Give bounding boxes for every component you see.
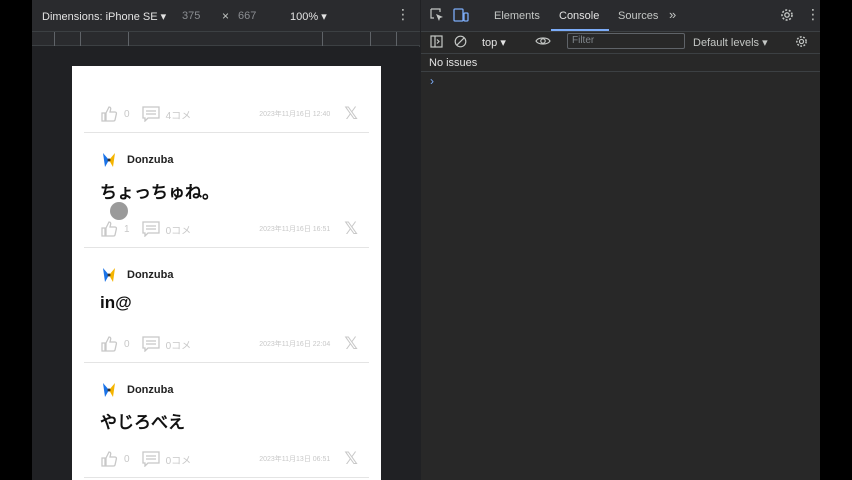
post-text: ちょっちゅね。 <box>100 183 219 202</box>
x-share-icon[interactable]: 𝕏 <box>344 219 358 239</box>
avatar <box>103 268 115 282</box>
active-tab-indicator <box>551 29 609 31</box>
comment-icon <box>141 221 160 237</box>
emulated-page: 0 4コメ 2023年11月16日 12:40 𝕏 Donzuba ちょっちゅね… <box>72 66 381 480</box>
caret-down-icon: ▾ <box>500 37 506 49</box>
gear-icon[interactable] <box>780 8 794 25</box>
like-button[interactable]: 1 <box>100 221 130 237</box>
eye-icon[interactable] <box>535 34 551 51</box>
clear-console-icon[interactable] <box>454 35 467 51</box>
media-query-ruler[interactable] <box>32 32 420 46</box>
post-author[interactable]: Donzuba <box>127 269 173 281</box>
tab-sources[interactable]: Sources <box>618 10 658 22</box>
list-item: 0 4コメ 2023年11月16日 12:40 𝕏 <box>84 66 369 133</box>
comment-button[interactable]: 0コメ <box>141 336 191 352</box>
kebab-menu-icon[interactable]: ⋮ <box>806 6 820 23</box>
devtools-tab-bar: Elements Console Sources » ⋮ ✕ <box>421 0 820 32</box>
device-width-input[interactable]: 375 <box>182 10 200 22</box>
comment-icon <box>141 451 160 467</box>
post-header: Donzuba <box>101 381 173 399</box>
post-actions: 0 0コメ 2023年11月13日 06:51 𝕏 <box>100 449 358 469</box>
more-options-icon[interactable]: ⋮ <box>396 7 410 21</box>
like-button[interactable]: 0 <box>100 336 130 352</box>
zoom-select[interactable]: 100% ▾ <box>290 10 327 23</box>
post-actions: 1 0コメ 2023年11月16日 16:51 𝕏 <box>100 219 358 239</box>
tab-console[interactable]: Console <box>559 10 599 22</box>
thumbs-up-icon <box>101 221 118 237</box>
list-item: Donzuba ちょっちゅね。 1 0コメ 2023年11月16日 16:51 <box>84 133 369 248</box>
comment-icon <box>141 106 160 122</box>
avatar <box>103 383 115 397</box>
x-share-icon[interactable]: 𝕏 <box>344 104 358 124</box>
list-item: Donzuba やじろべえ 0 0コメ 2023年11月13日 06:51 𝕏 <box>84 363 369 478</box>
device-height-input[interactable]: 667 <box>238 10 256 22</box>
post-header: Donzuba <box>101 266 173 284</box>
device-dimensions-select[interactable]: Dimensions: iPhone SE ▾ <box>42 10 166 23</box>
console-filter-input[interactable]: Filter <box>567 33 685 49</box>
device-toolbar: Dimensions: iPhone SE ▾ 375 × 667 100% ▾… <box>32 0 420 32</box>
tab-elements[interactable]: Elements <box>494 10 540 22</box>
browser-window: Dimensions: iPhone SE ▾ 375 × 667 100% ▾… <box>32 0 820 480</box>
post-date: 2023年11月13日 06:51 <box>259 456 331 463</box>
comment-icon <box>141 336 160 352</box>
like-button[interactable]: 0 <box>100 451 130 467</box>
post-header: Donzuba <box>101 151 173 169</box>
thumbs-up-icon <box>101 106 118 122</box>
post-text: やじろべえ <box>100 413 185 432</box>
device-emulation-pane: Dimensions: iPhone SE ▾ 375 × 667 100% ▾… <box>32 0 420 480</box>
comment-button[interactable]: 4コメ <box>141 106 191 122</box>
device-toggle-icon[interactable] <box>453 8 469 25</box>
touch-cursor <box>110 202 128 220</box>
caret-down-icon: ▾ <box>762 37 768 49</box>
console-prompt-icon[interactable]: › <box>430 74 434 88</box>
caret-down-icon: ▾ <box>321 11 327 23</box>
post-date: 2023年11月16日 22:04 <box>259 341 331 348</box>
dimension-separator: × <box>222 9 230 23</box>
thumbs-up-icon <box>101 336 118 352</box>
more-tabs-icon[interactable]: » <box>669 7 676 22</box>
post-author[interactable]: Donzuba <box>127 154 173 166</box>
inspect-element-icon[interactable] <box>430 8 444 25</box>
context-select[interactable]: top ▾ <box>482 36 506 49</box>
list-item: Donzuba in@ 0 0コメ 2023年11月16日 22:04 𝕏 <box>84 248 369 363</box>
avatar <box>103 153 115 167</box>
console-settings-icon[interactable] <box>795 35 808 51</box>
post-actions: 0 4コメ 2023年11月16日 12:40 𝕏 <box>100 104 358 124</box>
post-actions: 0 0コメ 2023年11月16日 22:04 𝕏 <box>100 334 358 354</box>
caret-down-icon: ▾ <box>160 11 167 23</box>
x-share-icon[interactable]: 𝕏 <box>344 334 358 354</box>
post-text: in@ <box>100 293 132 312</box>
devtools-panel: Elements Console Sources » ⋮ ✕ top ▾ Fil… <box>421 0 820 480</box>
sidebar-toggle-icon[interactable] <box>430 35 443 51</box>
comment-button[interactable]: 0コメ <box>141 451 191 467</box>
post-date: 2023年11月16日 12:40 <box>259 111 331 118</box>
post-author[interactable]: Donzuba <box>127 384 173 396</box>
post-date: 2023年11月16日 16:51 <box>259 226 331 233</box>
thumbs-up-icon <box>101 451 118 467</box>
like-button[interactable]: 0 <box>100 106 130 122</box>
console-toolbar: top ▾ Filter Default levels ▾ <box>421 32 820 54</box>
log-levels-select[interactable]: Default levels ▾ <box>693 36 768 49</box>
x-share-icon[interactable]: 𝕏 <box>344 449 358 469</box>
comment-button[interactable]: 0コメ <box>141 221 191 237</box>
post-list: 0 4コメ 2023年11月16日 12:40 𝕏 Donzuba ちょっちゅね… <box>72 66 381 478</box>
issues-bar[interactable]: No issues <box>421 55 820 72</box>
